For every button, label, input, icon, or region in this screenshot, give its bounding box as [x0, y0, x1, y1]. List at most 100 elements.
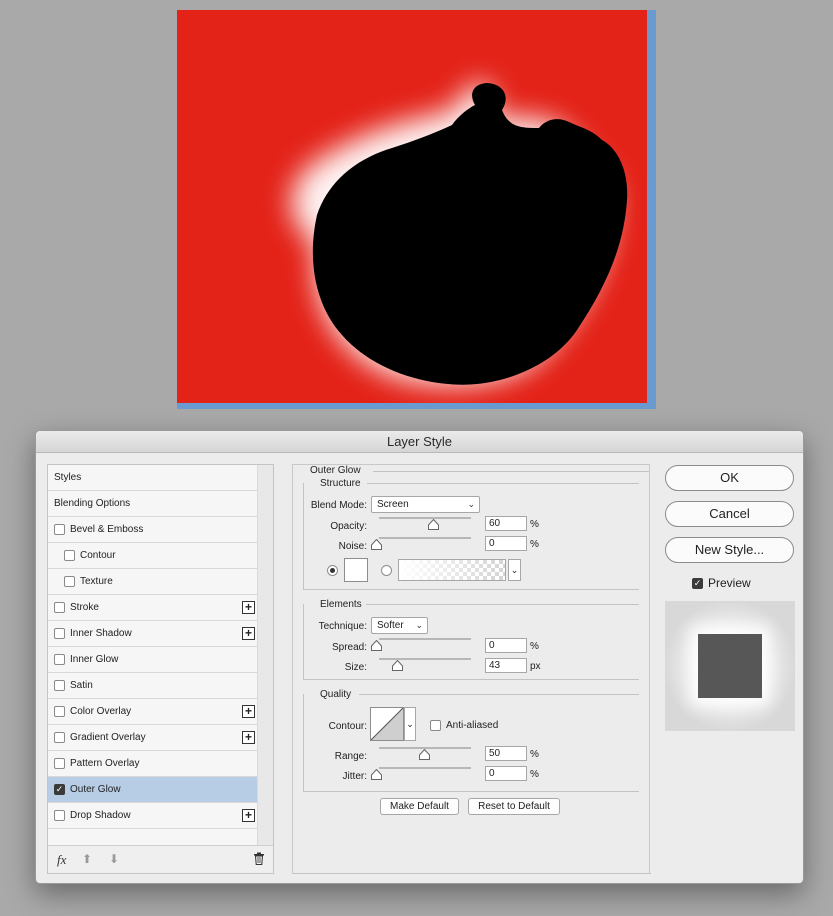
outer-glow-checkbox[interactable]: ✓ — [54, 784, 65, 795]
opacity-input[interactable]: 60 — [485, 516, 527, 531]
contour-picker[interactable] — [370, 707, 404, 741]
jitter-slider-thumb[interactable] — [371, 769, 382, 780]
blending-options-item[interactable]: Blending Options — [48, 491, 258, 517]
size-input[interactable]: 43 — [485, 658, 527, 673]
style-item-label: Gradient Overlay — [70, 732, 146, 743]
chevron-down-icon: ⌄ — [406, 719, 414, 729]
satin-checkbox[interactable] — [54, 680, 65, 691]
drop-shadow-checkbox[interactable] — [54, 810, 65, 821]
style-item-inner-glow[interactable]: Inner Glow — [48, 647, 258, 673]
style-item-gradient-overlay[interactable]: Gradient Overlay + — [48, 725, 258, 751]
size-label: Size: — [344, 662, 367, 673]
range-input[interactable]: 50 — [485, 746, 527, 761]
style-item-pattern-overlay[interactable]: Pattern Overlay — [48, 751, 258, 777]
divider — [366, 604, 639, 605]
style-item-drop-shadow[interactable]: Drop Shadow + — [48, 803, 258, 829]
gradient-picker[interactable] — [398, 559, 506, 581]
spread-slider-track[interactable] — [379, 638, 471, 640]
preview-toggle[interactable]: ✓ Preview — [692, 576, 751, 590]
jitter-input[interactable]: 0 — [485, 766, 527, 781]
style-item-label: Stroke — [70, 602, 99, 613]
glow-color-swatch[interactable] — [344, 558, 368, 582]
style-item-label: Outer Glow — [70, 784, 121, 795]
anti-aliased-checkbox[interactable] — [430, 720, 441, 731]
noise-label: Noise: — [338, 541, 367, 552]
divider — [303, 483, 304, 589]
size-slider-thumb[interactable] — [392, 660, 403, 671]
texture-checkbox[interactable] — [64, 576, 75, 587]
gradient-radio[interactable] — [381, 565, 392, 576]
style-item-color-overlay[interactable]: Color Overlay + — [48, 699, 258, 725]
spread-input[interactable]: 0 — [485, 638, 527, 653]
canvas-document[interactable] — [177, 10, 656, 409]
preview-checkbox[interactable]: ✓ — [692, 577, 703, 589]
style-item-contour[interactable]: Contour — [48, 543, 258, 569]
gradient-overlay-checkbox[interactable] — [54, 732, 65, 743]
noise-slider-thumb[interactable] — [371, 539, 382, 550]
color-overlay-checkbox[interactable] — [54, 706, 65, 717]
stroke-checkbox[interactable] — [54, 602, 65, 613]
opacity-slider-track[interactable] — [379, 517, 471, 519]
add-inner-shadow-plus-icon[interactable]: + — [242, 627, 255, 640]
arrow-up-icon[interactable]: ⬆ — [82, 852, 92, 866]
style-preview-thumbnail — [665, 601, 795, 731]
gradient-dropdown[interactable]: ⌄ — [508, 559, 521, 581]
style-item-label: Inner Glow — [70, 654, 119, 665]
cancel-button[interactable]: Cancel — [665, 501, 794, 527]
ok-button[interactable]: OK — [665, 465, 794, 491]
new-style-button[interactable]: New Style... — [665, 537, 794, 563]
elements-title: Elements — [320, 599, 362, 610]
jitter-slider-track[interactable] — [379, 767, 471, 769]
style-item-outer-glow[interactable]: ✓ Outer Glow — [48, 777, 258, 803]
opacity-slider-thumb[interactable] — [428, 519, 439, 530]
arrow-down-icon[interactable]: ⬇ — [109, 852, 119, 866]
style-item-inner-shadow[interactable]: Inner Shadow + — [48, 621, 258, 647]
outer-glow-title: Outer Glow — [310, 465, 361, 476]
style-item-stroke[interactable]: Stroke + — [48, 595, 258, 621]
bevel-emboss-checkbox[interactable] — [54, 524, 65, 535]
style-item-bevel-emboss[interactable]: Bevel & Emboss — [48, 517, 258, 543]
blend-mode-value: Screen — [377, 499, 409, 510]
canvas-artwork[interactable] — [177, 10, 647, 403]
add-stroke-plus-icon[interactable]: + — [242, 601, 255, 614]
divider — [293, 873, 651, 874]
pattern-overlay-checkbox[interactable] — [54, 758, 65, 769]
divider — [367, 483, 639, 484]
inner-shadow-checkbox[interactable] — [54, 628, 65, 639]
noise-input[interactable]: 0 — [485, 536, 527, 551]
style-item-texture[interactable]: Texture — [48, 569, 258, 595]
contour-label: Contour: — [328, 721, 367, 732]
contour-checkbox[interactable] — [64, 550, 75, 561]
range-label: Range: — [334, 751, 367, 762]
reset-to-default-button[interactable]: Reset to Default — [468, 798, 560, 815]
styles-list: Styles Blending Options Bevel & Emboss C… — [47, 464, 274, 874]
add-color-overlay-plus-icon[interactable]: + — [242, 705, 255, 718]
trash-icon[interactable] — [253, 852, 265, 868]
add-gradient-overlay-plus-icon[interactable]: + — [242, 731, 255, 744]
noise-slider-track[interactable] — [379, 537, 471, 539]
spread-slider-thumb[interactable] — [371, 640, 382, 651]
style-item-label: Inner Shadow — [70, 628, 132, 639]
canvas-artwork-svg — [177, 10, 647, 403]
solid-color-radio[interactable] — [327, 565, 338, 576]
range-slider-thumb[interactable] — [419, 749, 430, 760]
styles-list-footer: fx ⬆ ⬇ — [48, 845, 273, 873]
style-item-label: Contour — [80, 550, 116, 561]
style-item-label: Drop Shadow — [70, 810, 131, 821]
divider — [303, 589, 639, 590]
styles-header[interactable]: Styles — [48, 465, 258, 491]
technique-select[interactable]: Softer ⌄ — [371, 617, 428, 634]
quality-title: Quality — [320, 689, 352, 700]
blend-mode-select[interactable]: Screen ⌄ — [371, 496, 480, 513]
contour-dropdown[interactable]: ⌄ — [404, 707, 416, 741]
range-unit: % — [530, 749, 539, 760]
styles-list-scrollbar[interactable] — [257, 465, 273, 847]
add-drop-shadow-plus-icon[interactable]: + — [242, 809, 255, 822]
spread-label: Spread: — [331, 642, 367, 653]
fx-icon[interactable]: fx — [57, 852, 66, 868]
make-default-button[interactable]: Make Default — [380, 798, 459, 815]
preview-square — [698, 634, 762, 698]
divider — [303, 604, 304, 679]
style-item-satin[interactable]: Satin — [48, 673, 258, 699]
inner-glow-checkbox[interactable] — [54, 654, 65, 665]
